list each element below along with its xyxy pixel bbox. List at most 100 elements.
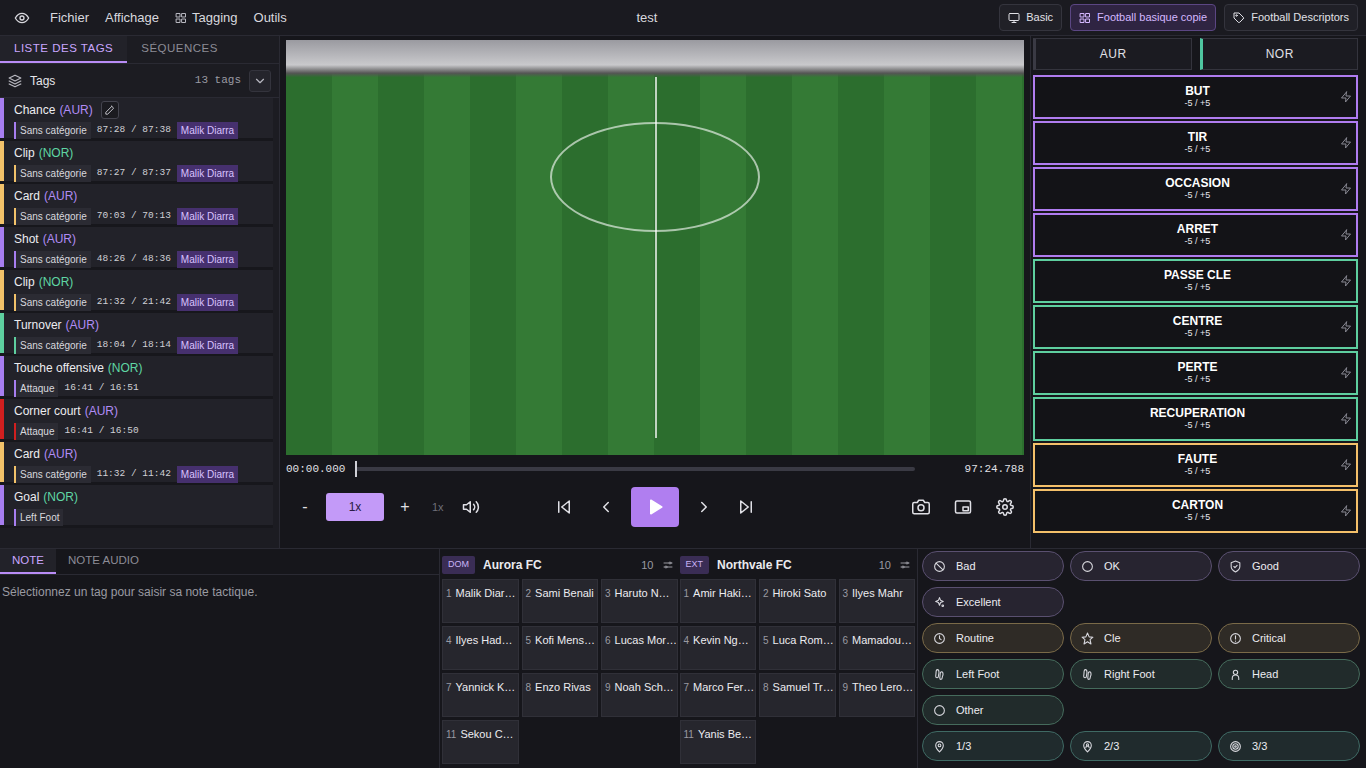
player-button[interactable]: 11Sekou C… — [442, 720, 519, 764]
play-icon — [645, 497, 665, 517]
player-button[interactable]: 3Ilyes Mahr — [839, 579, 916, 623]
descriptor-chip[interactable]: Good — [1218, 551, 1360, 581]
descriptor-chip[interactable]: Right Foot — [1070, 659, 1212, 689]
event-button[interactable]: RECUPERATION-5 / +5 — [1033, 397, 1358, 441]
event-button[interactable]: CENTRE-5 / +5 — [1033, 305, 1358, 349]
video-frame[interactable] — [286, 40, 1024, 455]
descriptor-chip[interactable]: 1/3 — [922, 731, 1064, 761]
player-button[interactable]: 5Luca Rom… — [759, 626, 836, 670]
tags-dropdown[interactable] — [249, 70, 271, 92]
skip-start-button[interactable] — [547, 490, 581, 524]
player-button[interactable]: 9Theo Lero… — [839, 673, 916, 717]
tag-item[interactable]: Clip(NOR)Sans catégorie21:32 / 21:42Mali… — [0, 270, 273, 313]
tag-item[interactable]: Shot(AUR)Sans catégorie48:26 / 48:36Mali… — [0, 227, 273, 270]
descriptor-chip[interactable]: Head — [1218, 659, 1360, 689]
menu-item[interactable]: Tagging — [167, 4, 246, 32]
player-name: Ilyes Had… — [456, 632, 513, 649]
speed-down-button[interactable]: - — [288, 490, 322, 524]
player-button[interactable]: 6Mamadou… — [839, 626, 916, 670]
tag-item[interactable]: Clip(NOR)Sans catégorie87:27 / 87:37Mali… — [0, 141, 273, 184]
descriptor-chip[interactable]: OK — [1070, 551, 1212, 581]
pencil-icon — [104, 105, 115, 116]
descriptor-chip[interactable]: Bad — [922, 551, 1064, 581]
player-button[interactable]: 2Sami Benali — [522, 579, 599, 623]
event-button[interactable]: BUT-5 / +5 — [1033, 75, 1358, 119]
event-range: -5 / +5 — [1055, 467, 1340, 477]
descriptor-chip[interactable]: Left Foot — [922, 659, 1064, 689]
player-button[interactable]: 7Marco Fer… — [680, 673, 757, 717]
menu-item[interactable]: Fichier — [42, 4, 97, 32]
menu-item[interactable]: Outils — [246, 4, 295, 32]
descriptor-chip[interactable]: Routine — [922, 623, 1064, 653]
note-input[interactable] — [0, 575, 439, 768]
player-button[interactable]: 4Ilyes Had… — [442, 626, 519, 670]
player-button[interactable]: 3Haruto N… — [601, 579, 678, 623]
tag-item[interactable]: Card(AUR)Sans catégorie11:32 / 11:42Mali… — [0, 442, 273, 485]
event-button[interactable]: OCCASION-5 / +5 — [1033, 167, 1358, 211]
volume-button[interactable] — [454, 490, 488, 524]
player-button[interactable]: 9Noah Sch… — [601, 673, 678, 717]
speed-up-button[interactable]: + — [388, 490, 422, 524]
roster-settings[interactable] — [899, 559, 911, 571]
player-button[interactable]: 1Amir Haki… — [680, 579, 757, 623]
seek-track[interactable] — [355, 467, 914, 471]
play-button[interactable] — [631, 487, 679, 527]
tag-item[interactable]: Touche offensive(NOR)Attaque16:41 / 16:5… — [0, 356, 273, 399]
player-button[interactable]: 6Lucas Mor… — [601, 626, 678, 670]
event-button[interactable]: ARRET-5 / +5 — [1033, 213, 1358, 257]
bolt-icon — [1340, 137, 1352, 149]
camera-button[interactable] — [904, 490, 938, 524]
descriptor-chip[interactable]: Other — [922, 695, 1064, 725]
edit-button[interactable] — [101, 101, 119, 119]
menu-item[interactable]: Affichage — [97, 4, 167, 32]
tag-color-bar — [0, 141, 4, 181]
player-button[interactable]: 2Hiroki Sato — [759, 579, 836, 623]
template-button[interactable]: Football basique copie — [1070, 4, 1216, 31]
skip-end-button[interactable] — [729, 490, 763, 524]
tag-item[interactable]: Card(AUR)Sans catégorie70:03 / 70:13Mali… — [0, 184, 273, 227]
template-button[interactable]: Football Descriptors — [1224, 4, 1358, 31]
player-button[interactable]: 8Samuel Tr… — [759, 673, 836, 717]
template-button[interactable]: Basic — [999, 4, 1062, 31]
next-button[interactable] — [687, 490, 721, 524]
tag-item[interactable]: Goal(NOR)Left Foot — [0, 485, 273, 528]
tag-item[interactable]: Corner court(AUR)Attaque16:41 / 16:50 — [0, 399, 273, 442]
event-button[interactable]: PERTE-5 / +5 — [1033, 351, 1358, 395]
picture-in-picture-button[interactable] — [946, 490, 980, 524]
player-number: 1 — [446, 585, 452, 601]
player-button[interactable]: 8Enzo Rivas — [522, 673, 599, 717]
seek-thumb[interactable] — [355, 461, 357, 477]
team-side: EXT — [680, 556, 710, 574]
player-name: Theo Lero… — [852, 679, 913, 696]
player-button[interactable]: 4Kevin Ng… — [680, 626, 757, 670]
team-button[interactable]: AUR — [1033, 38, 1192, 70]
descriptor-chip[interactable]: Excellent — [922, 587, 1064, 617]
team-button[interactable]: NOR — [1200, 38, 1359, 70]
previous-button[interactable] — [589, 490, 623, 524]
notes-tab[interactable]: NOTE AUDIO — [56, 549, 151, 574]
tag-time: 21:32 / 21:42 — [97, 295, 171, 309]
gear-button[interactable] — [988, 490, 1022, 524]
panel-tab[interactable]: SÉQUENCES — [127, 36, 232, 63]
event-button[interactable]: CARTON-5 / +5 — [1033, 489, 1358, 533]
panel-tab[interactable]: LISTE DES TAGS — [0, 36, 127, 63]
player-button[interactable]: 7Yannick K… — [442, 673, 519, 717]
player-button[interactable]: 11Yanis Be… — [680, 720, 757, 764]
player-button[interactable]: 5Kofi Mens… — [522, 626, 599, 670]
foot-icon — [933, 668, 946, 681]
descriptor-chip[interactable]: 2/3 — [1070, 731, 1212, 761]
speed-button[interactable]: 1x — [326, 493, 384, 521]
descriptor-chip[interactable]: 3/3 — [1218, 731, 1360, 761]
descriptor-chip[interactable]: Critical — [1218, 623, 1360, 653]
event-button[interactable]: FAUTE-5 / +5 — [1033, 443, 1358, 487]
player-button[interactable]: 1Malik Diar… — [442, 579, 519, 623]
tag-team: (NOR) — [39, 144, 74, 162]
event-button[interactable]: PASSE CLE-5 / +5 — [1033, 259, 1358, 303]
notes-tab[interactable]: NOTE — [0, 549, 56, 574]
event-button[interactable]: TIR-5 / +5 — [1033, 121, 1358, 165]
tag-item[interactable]: Turnover(AUR)Sans catégorie18:04 / 18:14… — [0, 313, 273, 356]
player-count: 10 — [879, 557, 891, 574]
descriptor-chip[interactable]: Cle — [1070, 623, 1212, 653]
roster-settings[interactable] — [662, 559, 674, 571]
tag-item[interactable]: Chance(AUR)Sans catégorie87:28 / 87:38Ma… — [0, 98, 273, 141]
